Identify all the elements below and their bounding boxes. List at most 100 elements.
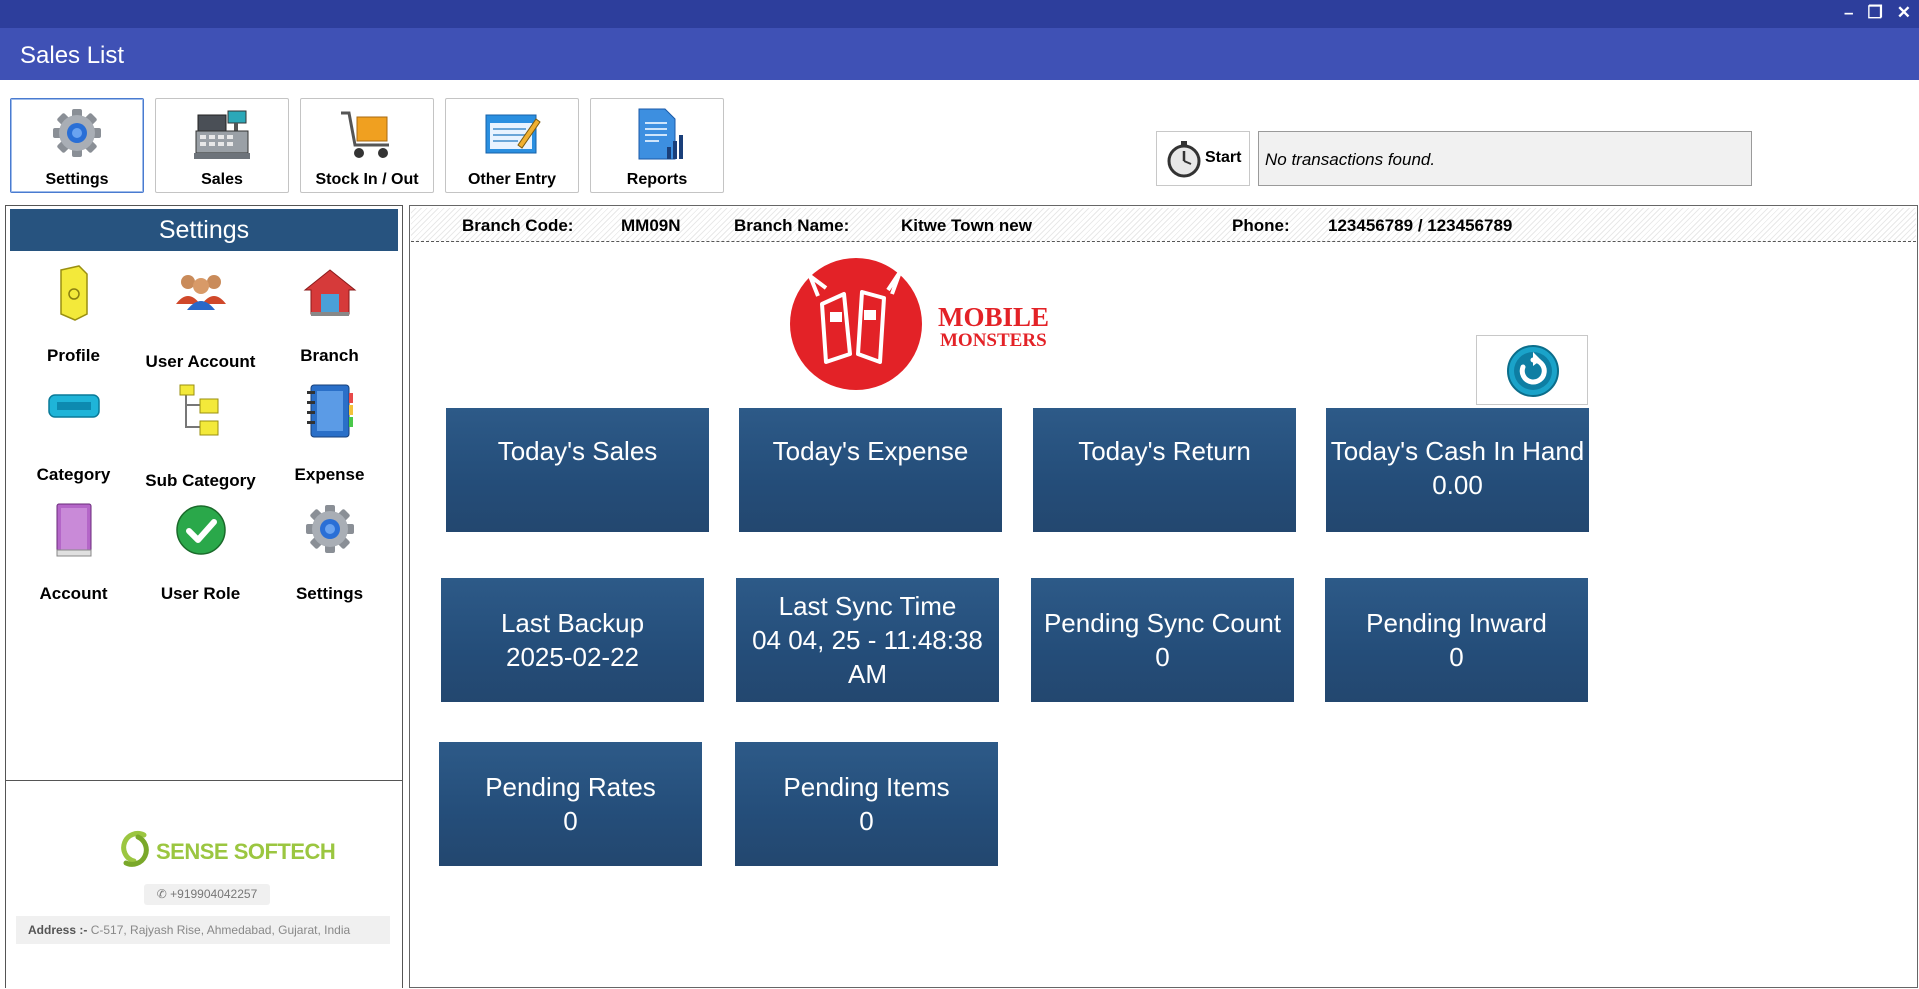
branch-phone-label: Phone: xyxy=(1232,216,1290,235)
sidebar-item-label: User Account xyxy=(145,352,256,371)
tile-todays-sales[interactable]: Today's Sales xyxy=(446,408,709,532)
dashboard-panel: Branch Code: MM09N Branch Name: Kitwe To… xyxy=(409,205,1918,988)
branch-code-value: MM09N xyxy=(621,216,681,235)
tile-value: 0 xyxy=(563,806,578,836)
toolbar-other-entry-button[interactable]: Other Entry xyxy=(445,98,579,193)
sidebar-item-label: Sub Category xyxy=(145,471,256,490)
sidebar-item-expense[interactable]: Expense xyxy=(267,383,392,491)
gear-icon xyxy=(53,109,101,157)
sidebar-item-category[interactable]: Category xyxy=(11,383,136,491)
start-timer-button[interactable]: Start xyxy=(1156,131,1250,186)
minimize-icon[interactable]: – xyxy=(1844,3,1853,23)
tile-title: Pending Sync Count xyxy=(1043,608,1282,638)
logo-line-1: MOBILE xyxy=(938,302,1049,332)
tile-pending-rates[interactable]: Pending Rates 0 xyxy=(439,742,702,866)
branch-name-value: Kitwe Town new xyxy=(901,216,1032,235)
address-label: Address :- xyxy=(28,923,88,937)
tile-title: Pending Rates xyxy=(485,772,656,802)
vendor-brand-panel: SENSE SOFTECH ✆ +919904042257 Address :-… xyxy=(6,780,402,988)
tile-title: Today's Sales xyxy=(497,436,658,466)
page-title: Sales List xyxy=(20,42,125,69)
logo-line-2: MONSTERS xyxy=(940,330,1047,351)
toolbar-sales-button[interactable]: Sales xyxy=(155,98,289,193)
app-header: Sales List xyxy=(0,28,1919,80)
tile-last-sync-time[interactable]: Last Sync Time 04 04, 25 - 11:48:38 AM xyxy=(736,578,999,702)
sidebar-item-sub-category[interactable]: Sub Category xyxy=(138,383,263,491)
notepad-icon xyxy=(485,114,541,154)
tile-pending-inward[interactable]: Pending Inward 0 xyxy=(1325,578,1588,702)
tile-pending-items[interactable]: Pending Items 0 xyxy=(735,742,998,866)
window-titlebar: – ❐ ✕ xyxy=(0,0,1919,28)
tile-value: 04 04, 25 - 11:48:38 AM xyxy=(752,625,983,689)
toolbar-label: Settings xyxy=(45,171,109,188)
vendor-name: SENSE SOFTECH xyxy=(156,839,336,864)
tile-value: 0 xyxy=(1155,642,1170,672)
tile-last-backup[interactable]: Last Backup 2025-02-22 xyxy=(441,578,704,702)
tile-value: 2025-02-22 xyxy=(506,642,639,672)
window-controls: – ❐ ✕ xyxy=(1844,3,1911,23)
profile-tag-icon xyxy=(59,265,88,321)
toolbar-label: Sales xyxy=(201,171,243,188)
address-text: C-517, Rajyash Rise, Ahmedabad, Gujarat,… xyxy=(90,923,351,937)
branch-phone-value: 123456789 / 123456789 xyxy=(1328,216,1513,235)
tile-pending-sync-count[interactable]: Pending Sync Count 0 xyxy=(1031,578,1294,702)
tile-title: Today's Return xyxy=(1078,436,1251,466)
settings-sidebar: Settings Profile User Account Branch Cat… xyxy=(5,205,403,988)
sidebar-item-account[interactable]: Account xyxy=(11,502,136,610)
toolbar-stock-button[interactable]: Stock In / Out xyxy=(300,98,434,193)
tile-title: Today's Cash In Hand xyxy=(1330,436,1585,466)
sidebar-item-user-account[interactable]: User Account xyxy=(138,264,263,372)
tile-todays-cash-in-hand[interactable]: Today's Cash In Hand 0.00 xyxy=(1326,408,1589,532)
restore-icon[interactable]: ❐ xyxy=(1868,3,1883,23)
sidebar-item-user-role[interactable]: User Role xyxy=(138,502,263,610)
book-icon xyxy=(56,503,91,557)
check-shield-icon xyxy=(175,505,226,555)
gear-icon xyxy=(305,505,354,553)
house-icon xyxy=(303,269,356,316)
toolbar-label: Stock In / Out xyxy=(315,171,419,188)
tile-title: Pending Inward xyxy=(1366,608,1547,638)
sidebar-item-label: Profile xyxy=(47,346,100,365)
refresh-button[interactable] xyxy=(1476,335,1588,405)
toolbar-reports-button[interactable]: Reports xyxy=(590,98,724,193)
sidebar-item-label: Expense xyxy=(294,465,365,484)
sidebar-item-settings[interactable]: Settings xyxy=(267,502,392,610)
toolbar-settings-button[interactable]: Settings xyxy=(10,98,144,193)
toolbar-label: Reports xyxy=(626,171,688,188)
vendor-phone-number: +919904042257 xyxy=(170,887,258,901)
mobile-monsters-logo: MOBILE MONSTERS xyxy=(790,258,1049,390)
tile-title: Pending Items xyxy=(783,772,950,802)
start-label: Start xyxy=(1205,149,1242,166)
status-message: No transactions found. xyxy=(1265,150,1436,169)
sidebar-item-label: Branch xyxy=(300,346,359,365)
sidebar-item-profile[interactable]: Profile xyxy=(11,264,136,372)
sidebar-title: Settings xyxy=(10,209,398,251)
tile-value: 0.00 xyxy=(1432,470,1483,500)
sidebar-item-label: Category xyxy=(36,465,111,484)
phone-icon: ✆ xyxy=(156,887,167,901)
branch-code-label: Branch Code: xyxy=(462,216,574,235)
toolbar-label: Other Entry xyxy=(467,171,556,188)
category-icon xyxy=(47,394,100,418)
cash-register-icon xyxy=(194,110,250,159)
stopwatch-icon xyxy=(1167,141,1201,178)
tile-title: Last Sync Time xyxy=(778,591,957,621)
sidebar-item-label: Account xyxy=(39,584,108,603)
tile-todays-expense[interactable]: Today's Expense xyxy=(739,408,1002,532)
tile-title: Today's Expense xyxy=(772,436,969,466)
branch-info-bar: Branch Code: MM09N Branch Name: Kitwe To… xyxy=(411,208,1916,242)
cart-icon xyxy=(341,111,389,158)
sidebar-item-branch[interactable]: Branch xyxy=(267,264,392,372)
tile-title: Last Backup xyxy=(500,608,645,638)
vendor-address: Address :- C-517, Rajyash Rise, Ahmedaba… xyxy=(16,916,390,944)
tile-todays-return[interactable]: Today's Return xyxy=(1033,408,1296,532)
sidebar-item-label: User Role xyxy=(160,584,241,603)
tile-value: 0 xyxy=(859,806,874,836)
branch-name-label: Branch Name: xyxy=(734,216,850,235)
sidebar-item-label: Settings xyxy=(295,584,364,603)
close-icon[interactable]: ✕ xyxy=(1897,3,1911,23)
notebook-icon xyxy=(306,384,353,438)
status-message-box: No transactions found. xyxy=(1258,131,1752,186)
refresh-icon xyxy=(1507,345,1559,397)
users-icon xyxy=(175,275,226,310)
